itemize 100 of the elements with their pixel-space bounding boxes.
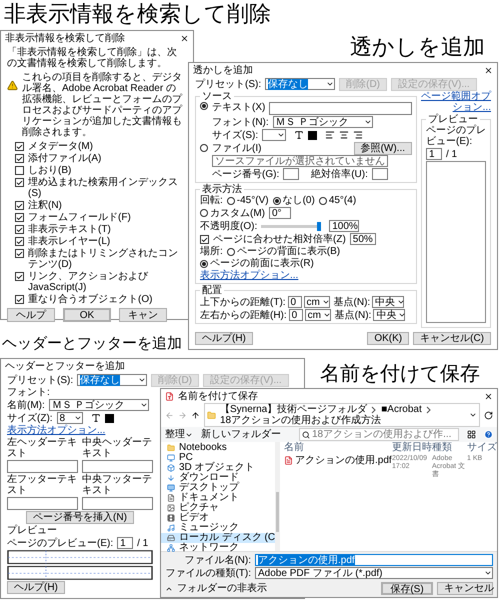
address-bar[interactable]: 【Synerna】技術ページフォルダ ■Acrobat 18アクションの使用および作成方法 <box>204 403 480 427</box>
checkbox[interactable] <box>200 235 209 244</box>
nav-item[interactable]: デスクトップ <box>161 483 275 493</box>
checkbox[interactable] <box>15 295 24 304</box>
distance-field[interactable]: 0 <box>288 309 303 321</box>
checkbox[interactable] <box>15 225 24 234</box>
column-header[interactable]: 名前 <box>284 442 392 453</box>
dialog-button[interactable]: OK <box>63 308 111 322</box>
close-icon[interactable] <box>484 392 493 400</box>
align-left-icon[interactable] <box>325 130 336 140</box>
checkbox[interactable] <box>15 154 24 163</box>
up-icon[interactable] <box>191 410 200 420</box>
column-header[interactable]: 更新日時 <box>392 442 432 453</box>
radio-button[interactable] <box>226 196 235 204</box>
file-path-field[interactable]: ソースファイルが選択されていません <box>212 155 388 167</box>
new-folder-button[interactable]: 新しいフォルダー <box>201 429 281 440</box>
font-select[interactable]: ＭＳ Ｐゴシック <box>272 116 373 128</box>
preset-select[interactable]: 保存なし <box>77 374 148 386</box>
nav-item[interactable]: ローカル ディスク (C <box>161 533 275 543</box>
cancel-button[interactable]: キャンセル(C) <box>413 332 491 345</box>
checkbox[interactable] <box>15 272 24 281</box>
page-number-field[interactable] <box>283 168 300 180</box>
file-type-select[interactable]: Adobe PDF ファイル (*.pdf) <box>255 567 493 579</box>
checkbox[interactable] <box>15 142 24 151</box>
help-icon[interactable] <box>484 430 493 439</box>
close-icon[interactable] <box>484 66 493 74</box>
browse-button[interactable]: 参照(W)... <box>354 142 412 154</box>
nav-item[interactable]: ネットワーク <box>161 543 275 553</box>
slider-thumb[interactable] <box>317 222 322 230</box>
nav-item[interactable]: ダウンロード <box>161 473 275 483</box>
font-select[interactable]: ＭＳ Ｐゴシック <box>48 399 149 411</box>
breadcrumb-item[interactable]: ■Acrobat <box>381 404 422 415</box>
page-range-link[interactable]: ページ範囲オプション... <box>421 91 491 113</box>
text-area[interactable] <box>82 497 153 510</box>
checkbox[interactable] <box>15 166 24 175</box>
nav-item[interactable]: ピクチャ <box>161 503 275 513</box>
refresh-icon[interactable] <box>484 410 493 420</box>
radio-button[interactable] <box>200 260 208 268</box>
scrollbar[interactable] <box>275 442 280 551</box>
text-style-icon[interactable] <box>294 130 304 140</box>
save-button[interactable]: 保存(S) <box>381 582 433 595</box>
angle-field[interactable]: 0° <box>269 207 291 219</box>
checkbox[interactable] <box>15 237 24 246</box>
help-button[interactable]: ヘルプ(H) <box>7 581 65 594</box>
scale-field[interactable]: 50% <box>350 233 376 245</box>
help-button[interactable]: ヘルプ(H) <box>195 332 253 345</box>
align-right-icon[interactable] <box>353 130 364 140</box>
page-field[interactable]: 1 <box>117 537 134 549</box>
checkbox[interactable] <box>15 201 24 210</box>
distance-field[interactable]: 0 <box>288 296 302 308</box>
unit-select[interactable]: cm <box>304 309 331 321</box>
dialog-button[interactable]: ヘルプ <box>7 308 55 322</box>
unit-select[interactable]: cm <box>304 296 330 308</box>
checkbox[interactable] <box>15 213 24 222</box>
anchor-select[interactable]: 中央 <box>372 296 404 308</box>
insert-page-number-button[interactable]: ページ番号を挿入(N) <box>26 511 134 524</box>
file-name[interactable]: アクションの使用.pdf <box>295 455 392 466</box>
radio-button[interactable] <box>200 144 208 152</box>
nav-item[interactable]: ビデオ <box>161 513 275 523</box>
column-header[interactable]: 種類 <box>432 442 467 453</box>
options-link[interactable]: 表示方法オプション... <box>200 270 298 281</box>
nav-item[interactable]: Notebooks <box>161 443 275 453</box>
close-icon[interactable] <box>180 34 189 42</box>
column-header[interactable]: サイズ <box>467 442 497 453</box>
text-area[interactable] <box>7 497 78 510</box>
breadcrumb-item[interactable]: 18アクションの使用および作成方法 <box>220 415 382 426</box>
options-link[interactable]: 表示方法オプション... <box>7 425 106 436</box>
color-swatch[interactable] <box>104 414 114 422</box>
ok-button[interactable]: OK(K) <box>367 332 410 345</box>
size-select[interactable]: 8 <box>56 412 83 424</box>
radio-button[interactable] <box>200 102 208 110</box>
text-area[interactable] <box>7 460 78 473</box>
checkbox[interactable] <box>15 178 24 187</box>
cancel-button[interactable]: キャンセル <box>437 582 493 595</box>
text-area[interactable] <box>82 460 153 473</box>
search-field[interactable]: 18アクションの使用および作... <box>299 428 459 441</box>
organize-menu[interactable]: 整理 <box>165 429 193 440</box>
preset-select[interactable]: 保存なし <box>265 78 336 90</box>
scale-field[interactable] <box>372 168 388 180</box>
radio-button[interactable] <box>226 248 235 256</box>
color-swatch[interactable] <box>308 130 318 140</box>
file-name-field[interactable]: アクションの使用.pdf <box>255 554 493 566</box>
dialog-button[interactable]: キャン <box>119 308 167 322</box>
nav-item[interactable]: 3D オブジェクト <box>161 463 275 473</box>
nav-item[interactable]: PC <box>161 453 275 463</box>
nav-item[interactable]: ドキュメント <box>161 493 275 503</box>
radio-button[interactable] <box>272 196 281 204</box>
text-area[interactable] <box>269 102 412 115</box>
align-center-icon[interactable] <box>339 130 350 140</box>
anchor-select[interactable]: 中央 <box>373 309 406 321</box>
opacity-field[interactable]: 100% <box>329 220 360 232</box>
breadcrumb-item[interactable]: 【Synerna】技術ページフォルダ <box>220 404 368 415</box>
checkbox[interactable] <box>15 249 24 258</box>
radio-button[interactable] <box>200 209 208 217</box>
size-select[interactable] <box>262 129 286 141</box>
radio-button[interactable] <box>318 196 327 204</box>
view-icon[interactable] <box>467 430 476 439</box>
group-label: 表示方法 <box>201 184 243 195</box>
page-field[interactable]: 1 <box>426 148 442 160</box>
nav-item[interactable]: ミュージック <box>161 523 275 533</box>
